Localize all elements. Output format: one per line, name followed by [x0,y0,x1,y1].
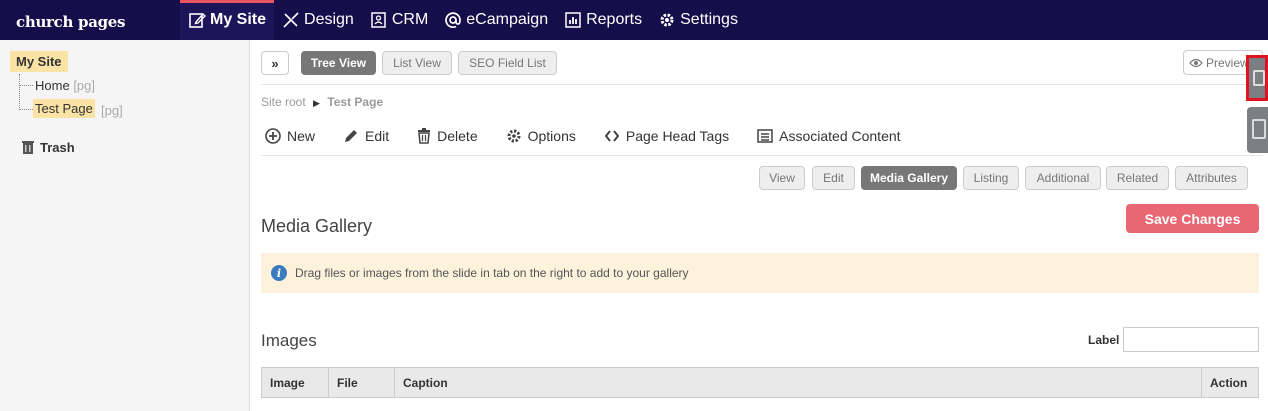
trash-icon [418,128,431,144]
action-label: Associated Content [779,128,901,144]
trash-label: Trash [40,140,75,155]
tab-related[interactable]: Related [1106,166,1169,190]
info-banner: i Drag files or images from the slide in… [261,253,1259,293]
code-icon [604,130,620,142]
delete-button[interactable]: Delete [417,128,478,144]
new-button[interactable]: New [265,128,315,144]
image-file-icon [1253,70,1265,86]
divider [261,84,1263,85]
tab-additional[interactable]: Additional [1025,166,1101,190]
edit-page-icon [189,12,206,28]
edit-button[interactable]: Edit [343,128,389,144]
tree-connector [20,85,33,86]
media-slide-tab[interactable] [1246,55,1268,101]
associated-content-button[interactable]: Associated Content [757,128,901,144]
save-changes-button[interactable]: Save Changes [1126,204,1259,233]
eye-icon [1189,58,1203,67]
divider [261,155,1263,156]
top-navigation-bar: church pages My Site Design CRM eCampaig… [0,0,1268,40]
section-title: Media Gallery [261,216,373,236]
breadcrumb-arrow-icon: ▶ [313,98,320,108]
at-icon [445,12,462,28]
page-label: Test Page [35,101,93,116]
label-caption: Label [1088,333,1120,347]
action-label: Delete [437,128,478,144]
expand-sidebar-button[interactable]: » [261,51,289,75]
seo-field-list-button[interactable]: SEO Field List [458,51,557,75]
info-text: Drag files or images from the slide in t… [295,266,689,280]
tree-connector [19,74,20,110]
nav-reports[interactable]: Reports [556,0,650,40]
action-label: Edit [365,128,390,144]
action-label: New [287,128,316,144]
images-heading: Images [261,331,317,350]
page-label: Home [35,78,70,93]
info-icon: i [271,265,287,281]
nav-crm[interactable]: CRM [362,0,436,40]
page-actions-toolbar: New Edit Delete Options Page Head Tags A… [265,128,929,144]
trash-can-icon [22,141,34,154]
nav-design[interactable]: Design [274,0,362,40]
tree-view-button[interactable]: Tree View [301,51,376,75]
nav-label: Settings [680,11,738,28]
gear-icon [660,13,674,27]
tree-node-home[interactable]: Home [pg] [33,76,97,95]
column-header-file[interactable]: File [329,368,395,397]
images-table-header: Image File Caption Action [261,367,1259,398]
gear-icon [507,129,521,143]
page-type: [pg] [101,103,123,118]
nav-label: Design [304,11,354,28]
main-nav: My Site Design CRM eCampaign Reports Set… [180,0,746,40]
options-button[interactable]: Options [506,128,576,144]
breadcrumb: Site root ▶ Test Page [261,95,383,109]
nav-ecampaign[interactable]: eCampaign [436,0,556,40]
site-tree-sidebar: My Site Home [pg] Test Page [pg] Trash [0,40,250,411]
tab-edit[interactable]: Edit [812,166,855,190]
tree-root-my-site[interactable]: My Site [10,51,68,72]
main-content: » Tree View List View SEO Field List Pre… [251,40,1268,411]
nav-label: My Site [210,11,267,28]
tree-node-test-page[interactable]: Test Page [33,99,95,118]
list-view-button[interactable]: List View [382,51,452,75]
tab-attributes[interactable]: Attributes [1175,166,1248,190]
page-type: [pg] [73,78,95,93]
list-icon [757,129,773,143]
nav-label: eCampaign [466,11,549,28]
action-label: Page Head Tags [625,128,730,144]
tree-connector [20,109,33,110]
plus-circle-icon [265,128,281,144]
column-header-image[interactable]: Image [262,368,329,397]
tab-media-gallery[interactable]: Media Gallery [861,166,957,190]
preview-label: Preview [1206,55,1249,70]
breadcrumb-current: Test Page [327,95,384,109]
nav-label: Reports [586,11,643,28]
church-pages-logo[interactable]: church pages [16,13,126,31]
column-header-action[interactable]: Action [1202,368,1258,397]
column-header-caption[interactable]: Caption [395,368,1202,397]
nav-label: CRM [391,11,429,28]
breadcrumb-root[interactable]: Site root [261,95,306,109]
page-head-tags-button[interactable]: Page Head Tags [604,128,729,144]
tab-view[interactable]: View [759,166,805,190]
tab-listing[interactable]: Listing [963,166,1019,190]
logo-text: church pages [16,13,126,31]
tree-node-trash[interactable]: Trash [22,140,75,155]
contacts-icon [371,12,386,28]
action-label: Options [527,128,576,144]
bar-chart-icon [565,12,581,28]
nav-settings[interactable]: Settings [650,0,746,40]
pencil-icon [345,130,358,142]
label-input[interactable] [1123,327,1259,352]
document-icon [1252,119,1266,139]
brush-icon [283,12,299,28]
files-slide-tab[interactable] [1247,107,1268,153]
nav-my-site[interactable]: My Site [180,0,275,40]
